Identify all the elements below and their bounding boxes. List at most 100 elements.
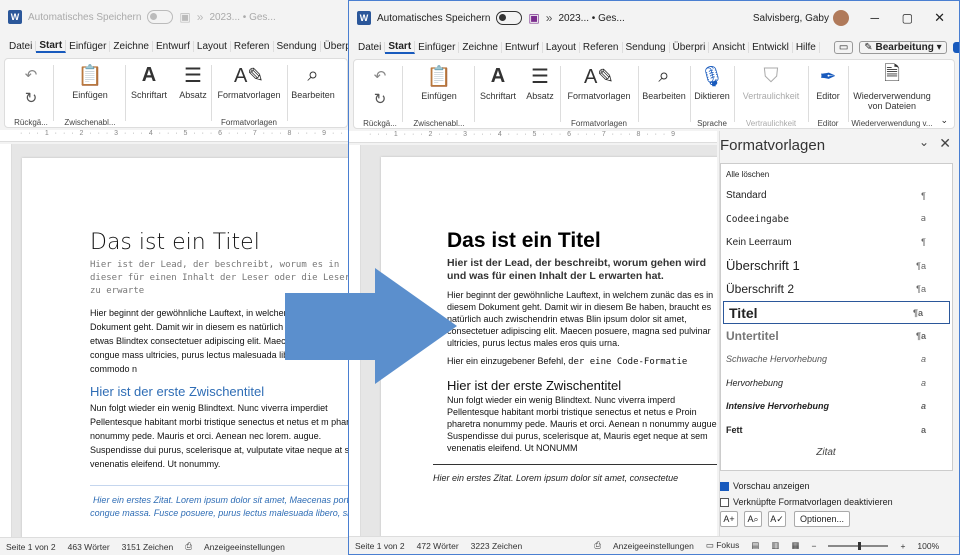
preview-checkbox[interactable]: Vorschau anzeigen bbox=[720, 481, 810, 491]
edit-button[interactable]: Bearbeiten bbox=[640, 91, 688, 101]
tab-zeichnen[interactable]: Zeichne bbox=[459, 41, 502, 53]
web-layout-icon[interactable]: ▦ bbox=[791, 540, 799, 551]
tab-start[interactable]: Start bbox=[36, 39, 67, 53]
display-settings[interactable]: Anzeigeeinstellungen bbox=[613, 541, 694, 551]
tab-einfuegen[interactable]: Einfüger bbox=[415, 41, 460, 53]
autosave-toggle[interactable] bbox=[147, 10, 174, 24]
font-button[interactable]: Schriftart bbox=[476, 91, 520, 101]
style-item-intensive-hervorhebung[interactable]: Intensive Hervorhebung a bbox=[721, 395, 952, 418]
ribbon-collapse-icon[interactable]: ⌄ bbox=[940, 115, 948, 126]
doc-body-2[interactable]: Nun folgt wieder ein wenig Blindtext. Nu… bbox=[90, 401, 352, 471]
style-item-clear-all[interactable]: Alle löschen bbox=[721, 164, 952, 184]
style-item-kein-leerraum[interactable]: Kein Leerraum ¶ bbox=[721, 231, 952, 254]
tab-hilfe[interactable]: Hilfe bbox=[793, 41, 820, 53]
linked-styles-checkbox[interactable]: Verknüpfte Formatvorlagen deaktivieren bbox=[720, 497, 893, 507]
right-page[interactable]: Das ist ein Titel Hier ist der Lead, der… bbox=[381, 157, 717, 536]
accessibility-icon[interactable]: ⎙ bbox=[594, 540, 601, 551]
zoom-out-icon[interactable]: − bbox=[811, 541, 816, 551]
page-count[interactable]: Seite 1 von 2 bbox=[355, 541, 405, 551]
autosave-toggle[interactable] bbox=[496, 11, 523, 25]
font-icon[interactable]: A bbox=[127, 61, 171, 89]
tab-sendungen[interactable]: Sendung bbox=[274, 40, 321, 52]
tab-referenzen[interactable]: Referen bbox=[231, 40, 274, 52]
style-item-standard[interactable]: Standard ¶ bbox=[721, 184, 952, 207]
tab-ansicht[interactable]: Ansicht bbox=[709, 41, 750, 53]
editor-icon[interactable]: ✒ bbox=[810, 62, 846, 90]
reuse-files-button[interactable]: Wiederverwendung von Dateien bbox=[850, 91, 934, 111]
style-item-codeeingabe[interactable]: Codeeingabe a bbox=[721, 207, 952, 230]
doc-body-2[interactable]: Nun folgt wieder ein wenig Blindtext. Nu… bbox=[447, 394, 717, 454]
save-icon[interactable]: ▣ bbox=[528, 11, 539, 25]
file-title[interactable]: 2023... • Ges... bbox=[558, 13, 624, 24]
paste-button[interactable]: Einfügen bbox=[406, 91, 472, 101]
zoom-slider-thumb[interactable] bbox=[858, 541, 862, 550]
style-item-ueberschrift-1[interactable]: Überschrift 1 ¶a bbox=[721, 254, 952, 277]
style-item-schwache-hervorhebung[interactable]: Schwache Hervorhebung a bbox=[721, 348, 952, 371]
doc-quote[interactable]: Hier ein erstes Zitat. Lorem ipsum dolor… bbox=[433, 464, 717, 483]
maximize-icon[interactable]: ▢ bbox=[902, 11, 913, 25]
paste-button[interactable]: Einfügen bbox=[57, 90, 123, 100]
read-mode-icon[interactable]: ▤ bbox=[751, 540, 759, 551]
font-icon[interactable]: A bbox=[476, 62, 520, 90]
zoom-slider[interactable] bbox=[828, 541, 889, 550]
tab-layout[interactable]: Layout bbox=[194, 40, 231, 52]
options-button[interactable]: Optionen... bbox=[794, 511, 850, 527]
tab-start[interactable]: Start bbox=[385, 40, 416, 54]
style-item-untertitel[interactable]: Untertitel ¶a bbox=[721, 324, 952, 347]
doc-quote[interactable]: Hier ein erstes Zitat. Lorem ipsum dolor… bbox=[90, 485, 352, 520]
doc-heading-1[interactable]: Hier ist der erste Zwischentitel bbox=[447, 378, 717, 393]
minimize-icon[interactable]: ─ bbox=[870, 11, 879, 25]
doc-body-1[interactable]: Hier beginnt der gewöhnliche Lauftext, i… bbox=[90, 306, 352, 376]
tab-entwurf[interactable]: Entwurf bbox=[502, 41, 543, 53]
display-settings[interactable]: Anzeigeeinstellungen bbox=[204, 542, 285, 552]
left-page[interactable]: Das ist ein Titel Hier ist der Lead, der… bbox=[22, 158, 352, 537]
focus-mode[interactable]: ▭ Fokus bbox=[706, 540, 740, 551]
style-item-ueberschrift-2[interactable]: Überschrift 2 ¶a bbox=[721, 278, 952, 301]
search-icon[interactable]: ⌕ bbox=[640, 62, 688, 90]
accessibility-icon[interactable]: ⎙ bbox=[185, 541, 192, 552]
share-button[interactable]: ⇪ ▾ bbox=[952, 41, 959, 53]
style-item-zitat[interactable]: Zitat bbox=[721, 441, 952, 464]
styles-button[interactable]: Formatvorlagen bbox=[562, 91, 636, 101]
tab-referenzen[interactable]: Referen bbox=[580, 41, 623, 53]
style-inspector-button[interactable]: A⌕ bbox=[744, 511, 762, 527]
paste-icon[interactable]: 📋 bbox=[57, 61, 123, 89]
doc-heading-1[interactable]: Hier ist der erste Zwischentitel bbox=[90, 384, 352, 399]
tab-datei[interactable]: Datei bbox=[355, 41, 386, 53]
comment-icon[interactable]: ▭ bbox=[833, 40, 854, 54]
tab-entwurf[interactable]: Entwurf bbox=[153, 40, 194, 52]
more-icon[interactable]: » bbox=[197, 10, 204, 24]
search-icon[interactable]: ⌕ bbox=[289, 61, 337, 89]
styles-icon[interactable]: A✎ bbox=[562, 62, 636, 90]
doc-code-line[interactable]: Hier ein einzugebener Befehl, der eine C… bbox=[447, 355, 717, 368]
close-icon[interactable]: ✕ bbox=[939, 135, 951, 152]
paste-icon[interactable]: 📋 bbox=[406, 62, 472, 90]
file-title[interactable]: 2023... • Ges... bbox=[209, 12, 275, 23]
font-button[interactable]: Schriftart bbox=[127, 90, 171, 100]
tab-entwicklertools[interactable]: Entwickl bbox=[749, 41, 793, 53]
doc-title[interactable]: Das ist ein Titel bbox=[90, 230, 352, 255]
word-count[interactable]: 472 Wörter bbox=[417, 541, 459, 551]
paragraph-icon[interactable]: ☰ bbox=[173, 61, 213, 89]
edit-button[interactable]: Bearbeiten bbox=[289, 90, 337, 100]
manage-styles-button[interactable]: A✓ bbox=[768, 511, 786, 527]
new-style-button[interactable]: A+ bbox=[720, 511, 738, 527]
doc-lead[interactable]: Hier ist der Lead, der beschreibt, worum… bbox=[90, 259, 352, 298]
style-item-fett[interactable]: Fett a bbox=[721, 418, 952, 441]
styles-icon[interactable]: A✎ bbox=[213, 61, 285, 89]
undo-icon[interactable]: ↶ bbox=[360, 62, 400, 90]
tab-ueberpruefen[interactable]: Überpri bbox=[670, 41, 710, 53]
tab-zeichnen[interactable]: Zeichne bbox=[110, 40, 153, 52]
doc-title[interactable]: Das ist ein Titel bbox=[447, 229, 717, 253]
doc-lead[interactable]: Hier ist der Lead, der beschreibt, worum… bbox=[447, 257, 717, 283]
word-count[interactable]: 463 Wörter bbox=[68, 542, 110, 552]
editing-mode-button[interactable]: ✎ Bearbeitung ▾ bbox=[859, 40, 947, 54]
editor-button[interactable]: Editor bbox=[810, 91, 846, 101]
print-layout-icon[interactable]: ▥ bbox=[771, 540, 779, 551]
tab-einfuegen[interactable]: Einfüger bbox=[66, 40, 111, 52]
style-item-hervorhebung[interactable]: Hervorhebung a bbox=[721, 371, 952, 394]
microphone-icon[interactable]: 🎙 bbox=[692, 62, 732, 90]
page-count[interactable]: Seite 1 von 2 bbox=[6, 542, 56, 552]
reuse-files-icon[interactable]: 🗎 bbox=[850, 62, 934, 90]
style-item-titel[interactable]: Titel ¶a bbox=[723, 300, 950, 325]
